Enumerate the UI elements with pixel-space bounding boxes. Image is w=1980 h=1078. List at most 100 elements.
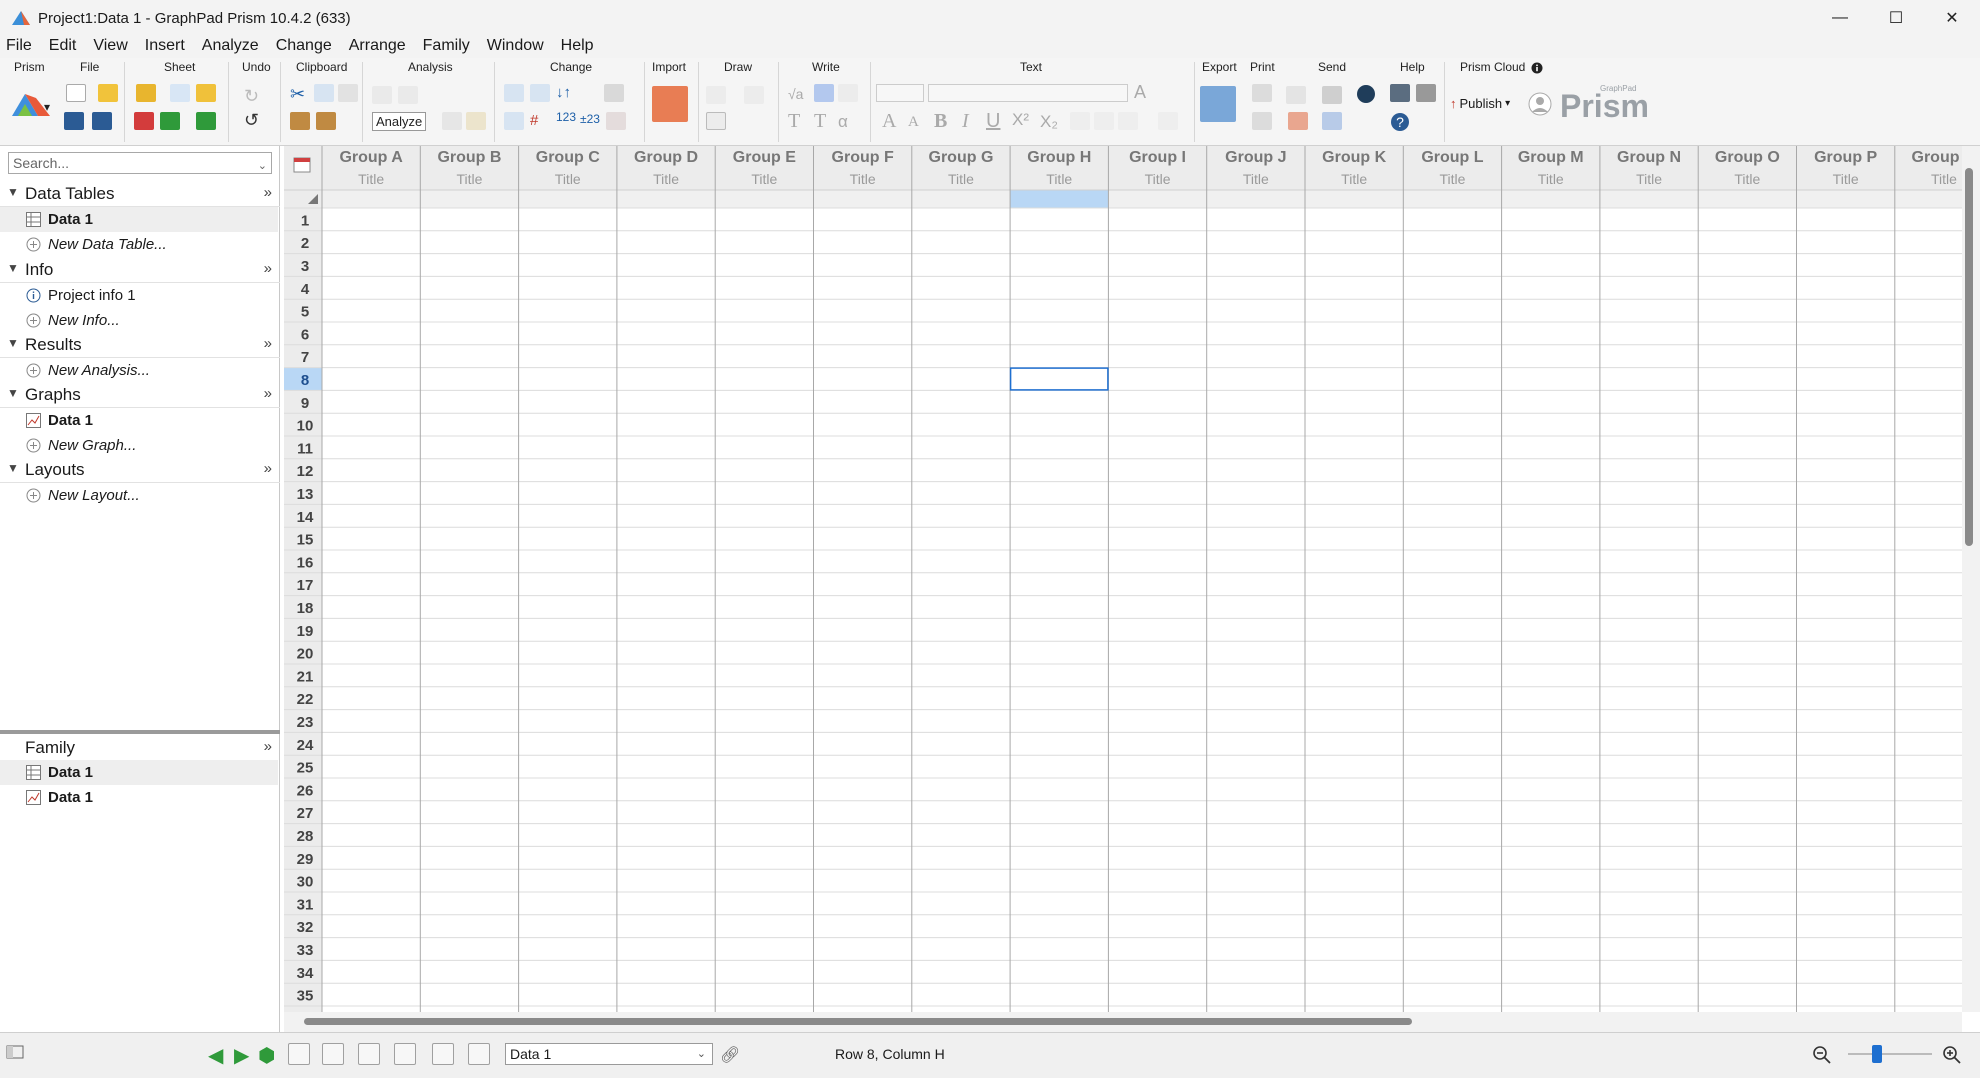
info-icon[interactable]: [1531, 62, 1543, 74]
family-item-graph[interactable]: Data 1: [0, 785, 278, 810]
new-sheet-icon[interactable]: [160, 112, 180, 130]
new-file-icon[interactable]: [66, 84, 86, 102]
column-header[interactable]: Group B: [437, 149, 501, 166]
calculator-icon[interactable]: [288, 1043, 310, 1065]
row-number[interactable]: 1: [301, 212, 309, 229]
copy-icon[interactable]: [314, 84, 334, 102]
column-header[interactable]: Group H: [1027, 149, 1091, 166]
lab-archives-icon[interactable]: [1356, 84, 1376, 104]
color-scheme-icon[interactable]: [606, 112, 626, 130]
sidebar-item-new-info[interactable]: New Info...: [0, 308, 278, 333]
close-button[interactable]: ✕: [1924, 0, 1980, 36]
row-number[interactable]: 8: [301, 372, 309, 389]
column-header[interactable]: Group K: [1322, 149, 1386, 166]
row-number[interactable]: 6: [301, 326, 309, 343]
collapse-chevron-icon[interactable]: ▼: [7, 336, 19, 350]
sidebar-item-new-graph[interactable]: New Graph...: [0, 433, 278, 458]
copy-format-icon[interactable]: [338, 84, 358, 102]
powerpoint-icon[interactable]: [1288, 112, 1308, 130]
row-number[interactable]: 30: [297, 874, 314, 891]
menu-edit[interactable]: Edit: [49, 34, 77, 58]
section-info[interactable]: ▼ Info »: [0, 258, 280, 283]
more-chevron-icon[interactable]: »: [264, 184, 272, 201]
account-avatar-icon[interactable]: [1528, 92, 1552, 116]
grid-canvas[interactable]: Group A Title Group B Title Group C Title Grou…: [284, 146, 1962, 1012]
link-icon[interactable]: 🔗︎: [720, 1045, 740, 1065]
save-icon[interactable]: [64, 112, 84, 130]
table-format-icon[interactable]: [504, 112, 524, 130]
data-table-view-icon[interactable]: [322, 1043, 344, 1065]
column-subtitle[interactable]: Title: [1046, 171, 1072, 187]
insert-row-icon[interactable]: [530, 84, 550, 102]
section-layouts[interactable]: ▼ Layouts »: [0, 458, 280, 483]
import-file-icon[interactable]: [652, 86, 688, 122]
learn-icon[interactable]: [1390, 84, 1410, 102]
row-number[interactable]: 17: [297, 577, 314, 594]
analysis-wand-icon[interactable]: [466, 112, 486, 130]
sidebar-item-new-analysis[interactable]: New Analysis...: [0, 358, 278, 383]
sidebar-item-new-data-table[interactable]: New Data Table...: [0, 232, 278, 257]
save-as-icon[interactable]: [92, 112, 112, 130]
row-number[interactable]: 26: [297, 782, 314, 799]
row-number[interactable]: 23: [297, 714, 314, 731]
word-icon[interactable]: [1322, 112, 1342, 130]
column-header[interactable]: Group N: [1617, 149, 1681, 166]
column-header[interactable]: Group F: [832, 149, 894, 166]
column-subtitle[interactable]: Title: [1636, 171, 1662, 187]
delete-sheet-icon[interactable]: [134, 112, 154, 130]
column-subtitle[interactable]: Title: [1931, 171, 1957, 187]
more-chevron-icon[interactable]: »: [264, 260, 272, 277]
menu-analyze[interactable]: Analyze: [202, 34, 259, 58]
settings-export-icon[interactable]: [1322, 86, 1342, 104]
row-number[interactable]: 2: [301, 235, 309, 252]
collapse-chevron-icon[interactable]: ▼: [7, 261, 19, 275]
zoom-slider-track[interactable]: [1848, 1053, 1932, 1055]
snowflake-icon[interactable]: [170, 84, 190, 102]
column-subtitle[interactable]: Title: [358, 171, 384, 187]
section-family[interactable]: Family »: [0, 736, 280, 761]
menu-window[interactable]: Window: [487, 34, 544, 58]
column-header[interactable]: Group O: [1715, 149, 1780, 166]
number-format-icon[interactable]: #: [530, 112, 538, 129]
column-subtitle[interactable]: Title: [850, 171, 876, 187]
sidebar-item-graph[interactable]: Data 1: [0, 408, 278, 433]
active-cell[interactable]: [1009, 367, 1109, 391]
duplicate-sheet-icon[interactable]: [196, 112, 216, 130]
row-number[interactable]: 14: [297, 509, 314, 526]
row-number[interactable]: 25: [297, 760, 314, 777]
row-number[interactable]: 13: [297, 486, 314, 503]
info-view-icon[interactable]: [358, 1043, 380, 1065]
row-number[interactable]: 5: [301, 304, 309, 321]
print-preview-icon[interactable]: [1252, 112, 1272, 130]
column-subtitle[interactable]: Title: [1145, 171, 1171, 187]
column-header[interactable]: Group P: [1814, 149, 1877, 166]
section-data-tables[interactable]: ▼ Data Tables »: [0, 182, 280, 207]
column-header[interactable]: Group J: [1225, 149, 1286, 166]
data-table-grid[interactable]: Group A Title Group B Title Group C Title Grou…: [284, 146, 1962, 1012]
paste-special-icon[interactable]: [316, 112, 336, 130]
collapse-chevron-icon[interactable]: ▼: [7, 461, 19, 475]
sidebar-item-data-table[interactable]: Data 1: [0, 207, 278, 232]
sheet-select[interactable]: Data 1 ⌄: [505, 1043, 713, 1065]
row-number[interactable]: 11: [297, 440, 313, 457]
column-subtitle[interactable]: Title: [948, 171, 974, 187]
sort-icon[interactable]: ↓↑: [556, 84, 571, 101]
sidebar-item-new-layout[interactable]: New Layout...: [0, 483, 278, 508]
column-subtitle[interactable]: Title: [1243, 171, 1269, 187]
renumber-icon[interactable]: 123: [556, 110, 576, 124]
column-header[interactable]: Group C: [536, 149, 600, 166]
row-number[interactable]: 12: [297, 463, 314, 480]
column-header[interactable]: Group Q: [1912, 149, 1962, 166]
row-number[interactable]: 24: [297, 737, 314, 754]
more-chevron-icon[interactable]: »: [264, 738, 272, 755]
previous-sheet-icon[interactable]: ◀: [208, 1043, 223, 1068]
more-chevron-icon[interactable]: »: [264, 460, 272, 477]
vertical-scrollbar[interactable]: [1962, 146, 1980, 1012]
email-icon[interactable]: [1286, 86, 1306, 104]
column-subtitle[interactable]: Title: [653, 171, 679, 187]
publish-button[interactable]: ↑ Publish ▾: [1450, 92, 1510, 114]
zoom-out-icon[interactable]: [1812, 1045, 1832, 1065]
row-number[interactable]: 10: [297, 418, 314, 435]
toggle-navigator-icon[interactable]: [6, 1043, 28, 1065]
vertical-scroll-thumb[interactable]: [1965, 168, 1973, 546]
